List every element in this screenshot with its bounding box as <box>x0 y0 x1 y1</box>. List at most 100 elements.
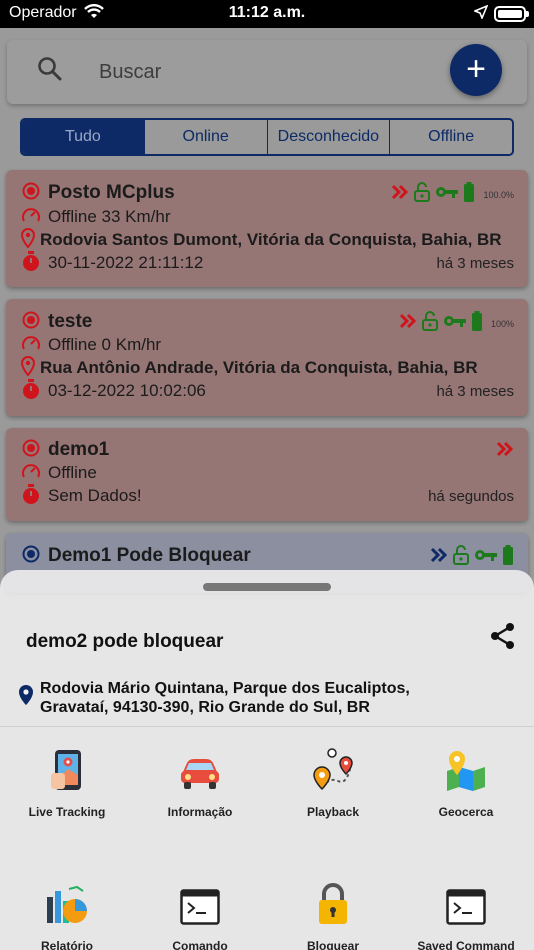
terminal-icon <box>135 879 265 925</box>
search-bar <box>7 40 527 104</box>
vehicle-name: demo1 <box>48 439 110 460</box>
action-label: Informação <box>167 805 233 819</box>
speedometer-icon <box>20 206 42 229</box>
key-icon <box>435 185 459 204</box>
card-indicators <box>496 441 514 462</box>
search-input[interactable] <box>99 58 399 86</box>
vehicle-datetime: 03-12-2022 10:02:06 <box>48 381 206 400</box>
battery-level-icon <box>502 545 514 570</box>
sheet-drag-handle[interactable] <box>203 583 331 591</box>
vehicle-datetime: 30-11-2022 21:11:12 <box>48 253 204 272</box>
terminal-icon <box>401 879 531 925</box>
live-tracking-button[interactable]: Live Tracking <box>2 745 132 819</box>
double-chevron-icon <box>430 547 448 568</box>
stopwatch-icon <box>20 378 42 404</box>
vehicle-name: Posto MCplus <box>48 182 175 203</box>
card-header: demo1 <box>20 439 514 461</box>
key-icon <box>474 548 498 567</box>
share-icon[interactable] <box>490 622 516 655</box>
status-dot-icon <box>20 182 42 205</box>
action-label: Geocerca <box>438 805 494 819</box>
action-label: Live Tracking <box>28 805 106 819</box>
location-pin-icon <box>20 227 36 253</box>
unlocked-icon <box>452 545 470 570</box>
last-update-ago: há 3 meses <box>436 382 514 400</box>
map-pin-icon <box>401 745 531 791</box>
card-indicators: 100% <box>399 311 514 336</box>
battery-level-icon <box>463 182 475 207</box>
filter-tab-unknown[interactable]: Desconhecido <box>266 120 390 154</box>
card-indicators <box>430 545 514 570</box>
stopwatch-icon <box>20 250 42 276</box>
add-device-button[interactable]: + <box>450 44 502 96</box>
sheet-divider <box>0 726 534 727</box>
card-time-row: 03-12-2022 10:02:06 há 3 meses <box>20 378 514 404</box>
geofence-button[interactable]: Geocerca <box>401 745 531 819</box>
phone-map-icon <box>2 745 132 791</box>
card-address-row: Rua Antônio Andrade, Vitória da Conquist… <box>20 355 514 381</box>
vehicle-status: Offline 33 Km/hr <box>48 207 171 226</box>
status-filter: Tudo Online Desconhecido Offline <box>20 118 514 156</box>
route-pins-icon <box>268 745 398 791</box>
double-chevron-icon <box>496 441 514 462</box>
search-icon[interactable] <box>37 56 63 87</box>
vehicle-address: Rua Antônio Andrade, Vitória da Conquist… <box>40 358 478 377</box>
speedometer-icon <box>20 334 42 357</box>
vehicle-address: Rodovia Santos Dumont, Vitória da Conqui… <box>40 230 502 249</box>
double-chevron-icon <box>399 313 417 334</box>
status-dot-icon <box>20 311 42 334</box>
double-chevron-icon <box>391 184 409 205</box>
filter-tab-all[interactable]: Tudo <box>22 120 144 154</box>
battery-percentage: 100% <box>490 318 514 329</box>
report-chart-icon <box>2 879 132 925</box>
action-label: Comando <box>172 939 228 950</box>
battery-percentage: 100.0% <box>483 189 514 200</box>
padlock-icon <box>268 879 398 925</box>
unlocked-icon <box>413 182 431 207</box>
location-pin-icon <box>18 684 34 711</box>
status-dot-icon <box>20 439 42 462</box>
last-update-ago: há segundos <box>428 487 514 505</box>
card-indicators: 100.0% <box>391 182 514 207</box>
vehicle-status: Offline 0 Km/hr <box>48 335 162 354</box>
information-button[interactable]: Informação <box>135 745 265 819</box>
sheet-device-name: demo2 pode bloquear <box>26 631 224 652</box>
car-icon <box>135 745 265 791</box>
vehicle-card[interactable]: Posto MCplus 100.0% Offline 33 Km/hr Rod… <box>6 170 528 287</box>
key-icon <box>443 314 467 333</box>
speedometer-icon <box>20 462 42 485</box>
action-label: Saved Command <box>417 939 515 950</box>
filter-tab-online[interactable]: Online <box>143 120 267 154</box>
battery-icon <box>494 6 526 22</box>
vehicle-name: Demo1 Pode Bloquear <box>48 545 251 566</box>
stopwatch-icon <box>20 483 42 509</box>
unlocked-icon <box>421 311 439 336</box>
vehicle-card[interactable]: demo1 Offline Sem Dados! há segundos <box>6 428 528 521</box>
action-label: Playback <box>306 805 360 819</box>
playback-button[interactable]: Playback <box>268 745 398 819</box>
action-label: Relatório <box>40 939 93 950</box>
last-update-ago: há 3 meses <box>436 254 514 272</box>
sheet-address: Rodovia Mário Quintana, Parque dos Eucal… <box>40 680 410 716</box>
action-label: Bloquear <box>306 939 359 950</box>
vehicle-card[interactable]: teste 100% Offline 0 Km/hr Rua Antônio A… <box>6 299 528 416</box>
filter-tab-offline[interactable]: Offline <box>389 120 512 154</box>
command-button[interactable]: Comando <box>135 879 265 950</box>
card-speed-row: Offline <box>20 462 514 484</box>
report-button[interactable]: Relatório <box>2 879 132 950</box>
vehicle-name: teste <box>48 311 93 332</box>
location-arrow-icon <box>472 4 489 24</box>
status-time: 11:12 a.m. <box>228 4 306 21</box>
card-time-row: 30-11-2022 21:11:12 há 3 meses <box>20 250 514 276</box>
block-button[interactable]: Bloquear <box>268 879 398 950</box>
vehicle-datetime: Sem Dados! <box>48 486 142 505</box>
location-pin-icon <box>20 355 36 381</box>
vehicle-status: Offline <box>48 463 97 482</box>
status-dot-icon <box>20 545 42 568</box>
card-speed-row: Offline 33 Km/hr <box>20 206 514 228</box>
saved-command-button[interactable]: Saved Command <box>401 879 531 950</box>
card-speed-row: Offline 0 Km/hr <box>20 334 514 356</box>
card-address-row: Rodovia Santos Dumont, Vitória da Conqui… <box>20 227 514 253</box>
status-bar: Operador 11:12 a.m. <box>0 0 534 28</box>
battery-level-icon <box>471 311 483 336</box>
